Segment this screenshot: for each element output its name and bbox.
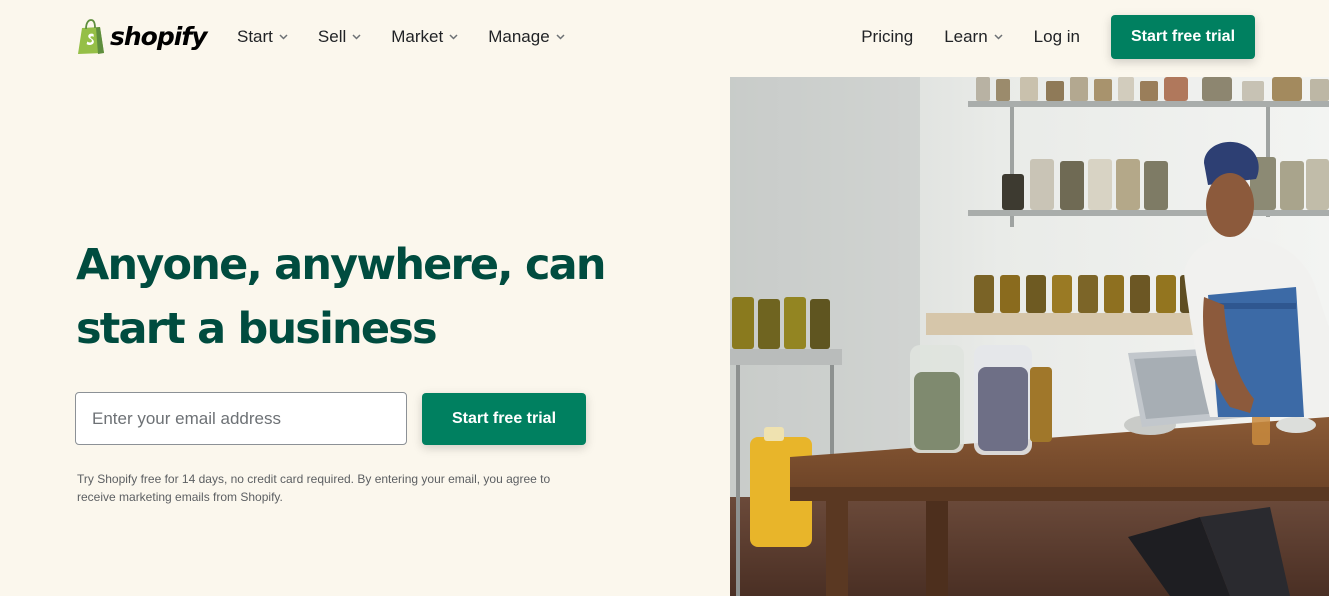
hero-start-free-trial-button[interactable]: Start free trial <box>422 392 586 445</box>
hero-photo <box>730 77 1329 596</box>
nav-pricing[interactable]: Pricing <box>861 27 913 47</box>
nav-pricing-label: Pricing <box>861 26 914 46</box>
nav-sell-label: Sell <box>317 27 347 46</box>
shopping-bag-icon <box>78 19 104 54</box>
email-signup-form: Start free trial <box>75 392 586 445</box>
logo-wordmark: shopify <box>110 21 207 51</box>
nav-login[interactable]: Log in <box>1034 27 1080 47</box>
secondary-nav: Pricing Learn Log in Start free trial <box>861 14 1255 59</box>
hero-headline-line1: Anyone, anywhere, can <box>76 240 607 290</box>
chevron-down-icon <box>279 34 288 40</box>
hero-headline: Anyone, anywhere, can start a business <box>76 233 636 361</box>
nav-manage-label: Manage <box>488 27 550 46</box>
merchant-workspace-illustration <box>730 77 1329 596</box>
nav-learn-label: Learn <box>944 26 988 46</box>
email-input[interactable] <box>75 392 407 445</box>
hero-headline-line2: start a business <box>76 304 438 354</box>
chevron-down-icon <box>449 34 458 40</box>
nav-start-label: Start <box>237 27 273 46</box>
chevron-down-icon <box>994 33 1003 40</box>
nav-market-label: Market <box>391 27 444 46</box>
site-header: shopify Start Sell Market Manage Pricing… <box>0 0 1329 76</box>
shopify-logo[interactable]: shopify <box>76 19 207 55</box>
nav-sell[interactable]: Sell <box>318 27 361 47</box>
trial-disclaimer: Try Shopify free for 14 days, no credit … <box>77 472 551 504</box>
primary-nav: Start Sell Market Manage <box>237 26 595 48</box>
nav-market[interactable]: Market <box>391 27 458 47</box>
chevron-down-icon <box>352 34 361 40</box>
nav-learn[interactable]: Learn <box>944 26 1003 47</box>
nav-login-label: Log in <box>1033 26 1080 46</box>
nav-manage[interactable]: Manage <box>488 27 565 47</box>
header-start-free-trial-button[interactable]: Start free trial <box>1111 14 1255 59</box>
nav-start[interactable]: Start <box>237 27 288 47</box>
chevron-down-icon <box>556 34 565 40</box>
